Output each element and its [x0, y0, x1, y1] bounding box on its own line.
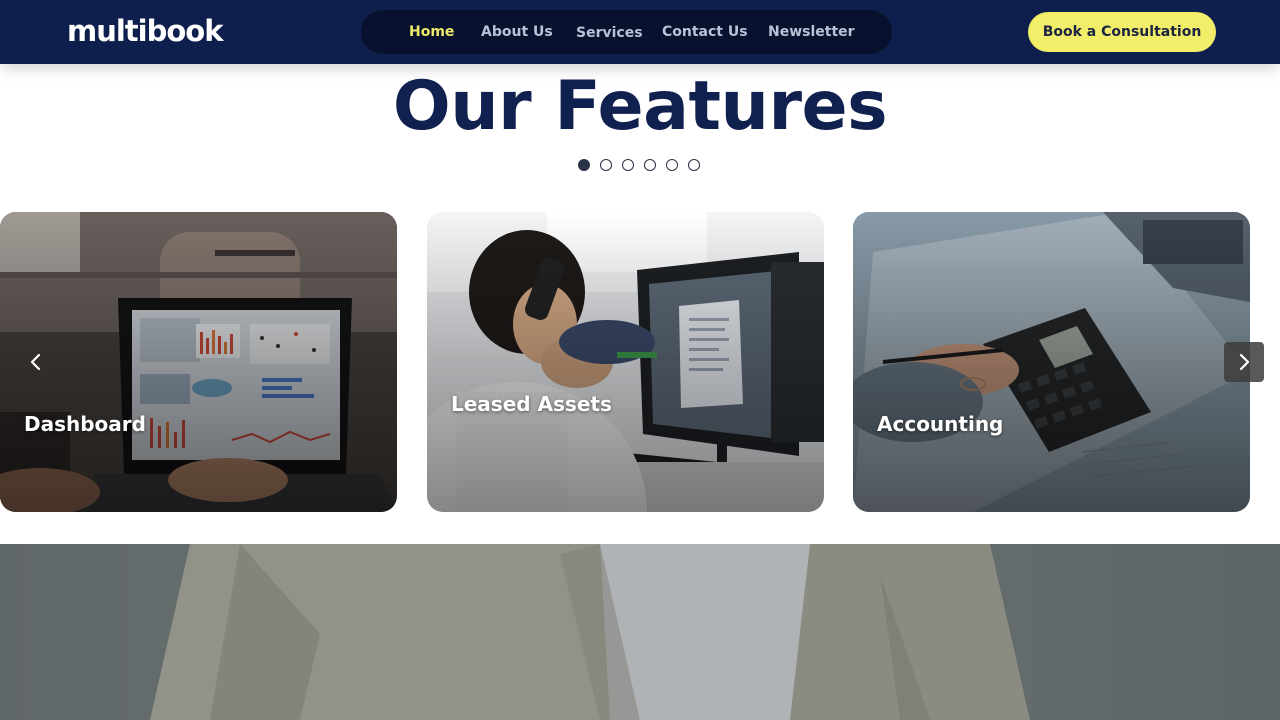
top-navbar: multibook Home About Us Services Contact… — [0, 0, 1280, 64]
multibook-logo[interactable]: multibook — [67, 11, 223, 51]
card-title-accounting: Accounting — [877, 412, 1004, 436]
carousel-pagination — [578, 159, 700, 173]
carousel-dot-1[interactable] — [578, 159, 590, 171]
chevron-right-icon — [1239, 353, 1250, 371]
nav-item-home[interactable]: Home — [409, 10, 454, 54]
main-nav: Home About Us Services Contact Us Newsle… — [361, 10, 892, 54]
nav-item-contact-us[interactable]: Contact Us — [662, 10, 748, 54]
carousel-dot-6[interactable] — [688, 159, 700, 171]
person-jacket-image — [0, 544, 1280, 720]
feature-card-dashboard[interactable]: Dashboard — [0, 212, 397, 512]
nav-item-newsletter[interactable]: Newsletter — [768, 10, 855, 54]
carousel-next-button[interactable] — [1224, 342, 1264, 382]
book-consultation-button[interactable]: Book a Consultation — [1028, 12, 1216, 52]
carousel-dot-3[interactable] — [622, 159, 634, 171]
carousel-dot-5[interactable] — [666, 159, 678, 171]
card-title-leased-assets: Leased Assets — [451, 392, 612, 416]
nav-item-about-us[interactable]: About Us — [481, 10, 553, 54]
carousel-dot-4[interactable] — [644, 159, 656, 171]
carousel-prev-button[interactable] — [16, 342, 56, 382]
feature-card-accounting[interactable]: Accounting — [853, 212, 1250, 512]
features-title: Our Features — [392, 67, 888, 146]
chevron-left-icon — [30, 353, 41, 371]
hero-image-section — [0, 544, 1280, 720]
nav-item-services[interactable]: Services — [576, 11, 643, 55]
feature-card-leased-assets[interactable]: Leased Assets — [427, 212, 824, 512]
carousel-dot-2[interactable] — [600, 159, 612, 171]
card-title-dashboard: Dashboard — [24, 412, 146, 436]
